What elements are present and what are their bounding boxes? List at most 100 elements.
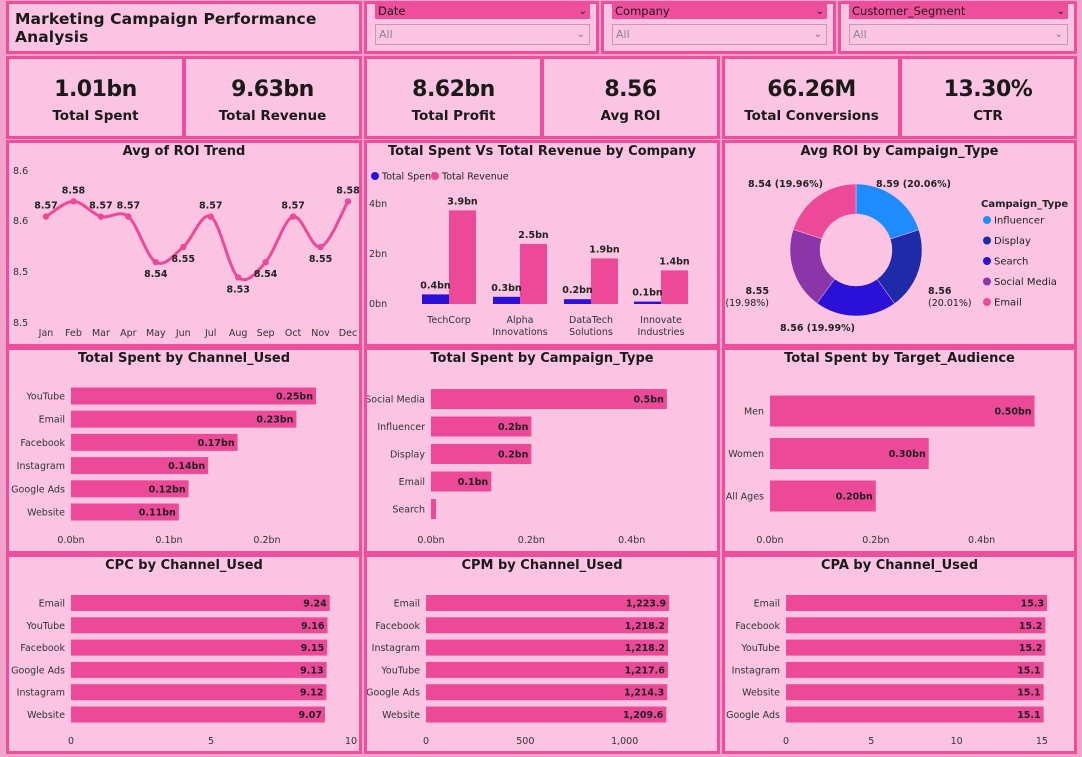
- data-label: 0.4bn: [420, 280, 451, 291]
- spent-by-campaign-type-plot: Social Media 0.5bn Influencer 0.2bn Display 0…: [365, 389, 667, 546]
- x-tick-label: DataTech: [569, 315, 613, 326]
- x-tick-label: Dec: [339, 328, 357, 339]
- legend-marker: [983, 236, 991, 245]
- bar: [786, 661, 1044, 678]
- kpi-label: Avg ROI: [600, 108, 661, 124]
- data-label: 8.54 (19.96%): [748, 179, 823, 190]
- date-slicer-header: Date ⌄: [375, 4, 590, 19]
- data-label: 1.4bn: [659, 256, 690, 267]
- kpi-label: CTR: [973, 108, 1003, 124]
- x-tick-label: 0.2bn: [253, 535, 280, 546]
- y-tick-label: Social Media: [365, 395, 425, 406]
- data-label: 0.17bn: [198, 438, 235, 449]
- company-slicer[interactable]: Company ⌄ All ⌄: [601, 1, 836, 54]
- y-tick-label: 2bn: [369, 249, 387, 260]
- data-label: 8.53: [226, 284, 249, 295]
- x-tick-label: 0.2bn: [518, 535, 545, 546]
- data-label: 8.58: [336, 185, 360, 196]
- y-tick-label: Women: [728, 449, 764, 460]
- data-label: 8.55: [309, 254, 332, 265]
- data-label: 1,214.3: [624, 688, 664, 699]
- company-dropdown[interactable]: All ⌄: [612, 24, 827, 45]
- data-point: [125, 213, 132, 220]
- kpi-total-conversions: 66.26M Total Conversions: [722, 56, 901, 139]
- data-label: 0.12bn: [149, 484, 186, 495]
- data-label: 0.2bn: [498, 422, 529, 433]
- data-label: 0.1bn: [458, 477, 489, 488]
- data-label: 8.57: [89, 201, 112, 212]
- customer-segment-dropdown-value: All: [853, 28, 867, 41]
- data-label: 15.1: [1017, 688, 1040, 699]
- y-tick-label: Instagram: [17, 688, 65, 699]
- kpi-label: Total Spent: [52, 108, 139, 124]
- kpi-total-profit: 8.62bn Total Profit: [364, 56, 543, 139]
- donut-slice: [792, 183, 857, 240]
- cpc-by-channel-plot: Email 9.24 YouTube 9.16 Facebook 9.15 Google A…: [11, 595, 357, 747]
- y-tick-label: YouTube: [380, 665, 420, 676]
- spent-bar: [422, 294, 449, 304]
- data-label: 1,217.6: [625, 665, 666, 676]
- x-tick-label: 10: [345, 736, 357, 747]
- data-label: 0.3bn: [491, 283, 522, 294]
- y-tick-label: Facebook: [735, 621, 780, 632]
- data-point: [42, 213, 50, 220]
- legend-label: Influencer: [994, 216, 1045, 227]
- spent-bar: [634, 301, 661, 304]
- data-label: 15.1: [1017, 710, 1040, 721]
- y-tick-label: Website: [27, 508, 65, 519]
- y-tick-label: Instagram: [372, 643, 420, 654]
- kpi-total-spent: 1.01bn Total Spent: [6, 56, 185, 139]
- revenue-bar: [661, 270, 688, 304]
- data-label: (19.98%): [725, 298, 769, 309]
- date-slicer[interactable]: Date ⌄ All ⌄: [364, 1, 599, 54]
- revenue-bar: [591, 258, 618, 304]
- x-tick-label: Alpha: [506, 315, 533, 326]
- x-tick-label: Mar: [92, 328, 110, 339]
- y-tick-label: Instagram: [732, 665, 780, 676]
- data-point: [207, 213, 214, 220]
- bar: [786, 706, 1044, 723]
- data-point: [317, 243, 324, 251]
- kpi-ctr: 13.30% CTR: [899, 56, 1077, 139]
- legend-title: Campaign_Type: [981, 199, 1068, 210]
- spent-by-channel-chart: Total Spent by Channel_Used YouTube 0.25b…: [6, 347, 362, 554]
- page-title: Marketing Campaign Performance Analysis: [15, 9, 317, 46]
- chevron-down-icon[interactable]: ⌄: [814, 25, 822, 44]
- data-label: 9.16: [301, 621, 325, 632]
- x-tick-label: Jul: [204, 328, 216, 339]
- x-tick-label: 15: [1036, 736, 1048, 747]
- customer-segment-dropdown[interactable]: All ⌄: [849, 24, 1068, 45]
- y-tick-label: Email: [39, 599, 65, 610]
- spent-vs-revenue-plot: Total Spent Total Revenue 0bn 2bn 4bn 0.4bn 3.…: [369, 172, 690, 339]
- roi-trend-line: [45, 199, 350, 282]
- y-tick-label: 8.5: [13, 318, 28, 329]
- data-label: 0.23bn: [256, 415, 293, 426]
- kpi-avg-roi: 8.56 Avg ROI: [541, 56, 720, 139]
- roi-by-campaign-type-chart: Avg ROI by Campaign_Type 8.59 (20.06%) 8.…: [722, 140, 1077, 347]
- legend-label: Total Revenue: [441, 172, 509, 183]
- x-tick-label: Feb: [65, 328, 82, 339]
- data-label: 8.57: [117, 201, 140, 212]
- data-label: 8.54: [254, 269, 278, 280]
- data-label: 15.1: [1017, 665, 1040, 676]
- y-tick-label: All Ages: [726, 492, 764, 503]
- bar: [71, 684, 327, 701]
- data-label: 1,218.2: [625, 643, 665, 654]
- bar: [786, 639, 1046, 656]
- date-dropdown[interactable]: All ⌄: [375, 24, 590, 45]
- revenue-bar: [449, 210, 476, 304]
- customer-segment-slicer[interactable]: Customer_Segment ⌄ All ⌄: [838, 1, 1077, 54]
- bar: [71, 661, 327, 678]
- y-tick-label: Website: [27, 710, 65, 721]
- chevron-down-icon[interactable]: ⌄: [577, 25, 585, 44]
- x-tick-label: 5: [868, 736, 874, 747]
- y-tick-label: Influencer: [377, 422, 425, 433]
- x-tick-label: 500: [516, 736, 534, 747]
- bar: [786, 617, 1046, 634]
- data-label: 0.2bn: [498, 450, 529, 461]
- roi-trend-plot: 8.5 8.5 8.6 8.6 8.57 Jan 8.58 Feb 8.57 Mar 8.57 Apr…: [13, 166, 360, 339]
- kpi-label: Total Revenue: [218, 108, 327, 124]
- data-label: 0.1bn: [632, 288, 663, 299]
- chevron-down-icon[interactable]: ⌄: [1055, 25, 1063, 44]
- bar: [71, 617, 328, 634]
